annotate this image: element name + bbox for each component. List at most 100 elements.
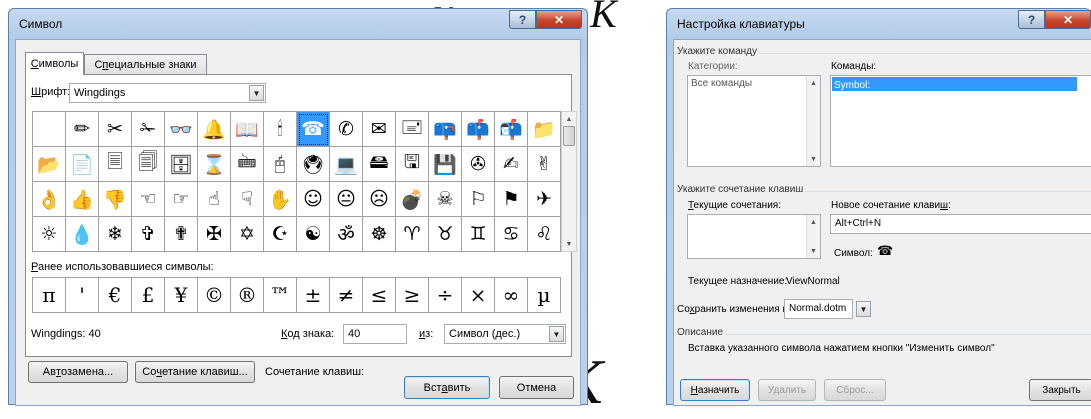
close-dialog-button[interactable]: Закрыть <box>1029 379 1091 401</box>
symbol-cell[interactable] <box>33 112 66 147</box>
symbol-cell[interactable]: 🖃 <box>396 112 429 147</box>
shortcut-key-button[interactable]: Со ч етание клавиш... <box>135 361 255 383</box>
symbol-cell[interactable]: 📄 <box>66 147 99 182</box>
symbol-cell[interactable]: ☞ <box>165 182 198 217</box>
close-button[interactable]: ✕ <box>536 10 582 29</box>
help-button[interactable]: ? <box>1018 10 1045 29</box>
symbol-cell[interactable]: 👍 <box>66 182 99 217</box>
char-code-input[interactable]: 40 <box>343 324 407 344</box>
list-item-selected[interactable]: Symbol: <box>832 77 1077 91</box>
recent-symbol-cell[interactable]: ± <box>297 278 330 313</box>
symbol-cell[interactable]: ☟ <box>231 182 264 217</box>
symbol-cell[interactable]: 🖮 <box>231 147 264 182</box>
categories-scrollbar[interactable]: ▲ ▼ <box>806 76 820 166</box>
symbol-cell[interactable]: 📖 <box>231 112 264 147</box>
symbol-cell[interactable]: ☜ <box>132 182 165 217</box>
reset-button[interactable]: Сброс... <box>824 379 886 401</box>
symbol-cell[interactable]: 💾 <box>429 147 462 182</box>
symbol-cell[interactable]: 🖰 <box>264 147 297 182</box>
symbol-cell[interactable]: ॐ <box>330 217 363 252</box>
symbol-cell[interactable]: ✞ <box>132 217 165 252</box>
symbol-cell[interactable]: ☎ <box>297 112 330 147</box>
recent-symbol-cell[interactable]: ∞ <box>495 278 528 313</box>
symbol-cell[interactable]: 📁 <box>528 112 561 147</box>
symbol-cell[interactable]: ✇ <box>462 147 495 182</box>
symbol-cell[interactable]: 🖫 <box>396 147 429 182</box>
recent-symbol-cell[interactable]: ¥ <box>165 278 198 313</box>
symbol-cell[interactable]: ☝ <box>198 182 231 217</box>
commands-list[interactable]: Symbol: <box>830 75 1091 167</box>
symbol-cell[interactable]: 😐 <box>330 182 363 217</box>
insert-button[interactable]: Вст а вить <box>404 376 490 399</box>
symbol-cell[interactable]: ✋ <box>264 182 297 217</box>
tab-symbols[interactable]: Символы <box>25 52 84 75</box>
recent-symbols-row[interactable]: π ' € £ ¥ © ® ™ ± ≠ ≤ ≥ ÷ × ∞ µ <box>32 277 561 313</box>
recent-symbol-cell[interactable]: ' <box>66 278 99 313</box>
scroll-down-icon[interactable]: ▼ <box>562 237 576 251</box>
recent-symbol-cell[interactable]: µ <box>528 278 561 313</box>
symbol-cell[interactable]: ⚐ <box>462 182 495 217</box>
symbol-cell[interactable]: ✠ <box>198 217 231 252</box>
font-select[interactable]: Wingdings ▼ <box>69 83 266 103</box>
encoding-select[interactable]: Символ (дес.) ▼ <box>444 324 566 344</box>
chevron-down-icon[interactable]: ▼ <box>549 326 564 342</box>
symbol-cell[interactable]: ☠ <box>429 182 462 217</box>
symbol-cell[interactable]: 🗐 <box>132 147 165 182</box>
current-keys-scrollbar[interactable]: ▲ ▼ <box>806 215 820 258</box>
recent-symbol-cell[interactable]: × <box>462 278 495 313</box>
symbol-cell[interactable]: ☹ <box>363 182 396 217</box>
symbol-cell[interactable]: 💣 <box>396 182 429 217</box>
symbol-cell[interactable]: ✈ <box>528 182 561 217</box>
recent-symbol-cell[interactable]: ≥ <box>396 278 429 313</box>
symbol-cell[interactable]: ☪ <box>264 217 297 252</box>
symbol-cell[interactable]: 🗄 <box>165 147 198 182</box>
symbol-cell[interactable]: ☼ <box>33 217 66 252</box>
recent-symbol-cell[interactable]: € <box>99 278 132 313</box>
chevron-down-icon[interactable]: ▼ <box>856 301 871 317</box>
scrollbar-thumb[interactable] <box>563 126 575 146</box>
symbol-cell[interactable]: ✡ <box>231 217 264 252</box>
symbol-cell[interactable]: 🕯 <box>264 112 297 147</box>
symbol-cell[interactable]: 🖲 <box>297 147 330 182</box>
recent-symbol-cell[interactable]: π <box>33 278 66 313</box>
symbol-cell[interactable]: 💧 <box>66 217 99 252</box>
recent-symbol-cell[interactable]: ™ <box>264 278 297 313</box>
scroll-down-icon[interactable]: ▼ <box>807 152 820 166</box>
symbol-cell[interactable]: 💻 <box>330 147 363 182</box>
symbol-cell[interactable]: ☸ <box>363 217 396 252</box>
list-item[interactable]: Все команды <box>691 78 752 89</box>
symbol-cell[interactable]: 👓 <box>165 112 198 147</box>
tab-special-chars[interactable]: Сп ециальные знаки <box>84 54 207 75</box>
categories-list[interactable]: Все команды ▲ ▼ <box>687 75 821 167</box>
symbol-cell[interactable]: ✉ <box>363 112 396 147</box>
current-keys-list[interactable]: ▲ ▼ <box>687 214 821 259</box>
close-button[interactable]: ✕ <box>1045 10 1091 29</box>
symbol-cell[interactable]: ❄ <box>99 217 132 252</box>
symbol-cell[interactable]: 📫 <box>462 112 495 147</box>
symbol-cell[interactable]: 🗏 <box>99 147 132 182</box>
new-shortcut-input[interactable]: Alt+Ctrl+N <box>830 214 1091 234</box>
scroll-up-icon[interactable]: ▲ <box>807 215 820 229</box>
help-button[interactable]: ? <box>509 10 536 29</box>
symbol-cell[interactable]: 👌 <box>33 182 66 217</box>
scroll-down-icon[interactable]: ▼ <box>807 244 820 258</box>
symbol-cell[interactable]: ♌ <box>528 217 561 252</box>
symbol-cell[interactable]: ✆ <box>330 112 363 147</box>
delete-button[interactable]: Удалить <box>758 379 816 401</box>
recent-symbol-cell[interactable]: ÷ <box>429 278 462 313</box>
symbol-cell[interactable]: ♉ <box>429 217 462 252</box>
symbol-cell[interactable]: ✂ <box>99 112 132 147</box>
recent-symbol-cell[interactable]: ≠ <box>330 278 363 313</box>
symbol-cell[interactable]: 🔔 <box>198 112 231 147</box>
symbol-cell[interactable]: ⌛ <box>198 147 231 182</box>
symbol-cell[interactable]: ✁ <box>132 112 165 147</box>
symbol-cell[interactable]: ✍ <box>495 147 528 182</box>
symbol-grid[interactable]: ✏ ✂ ✁ 👓 🔔 📖 🕯 ☎ ✆ ✉ 🖃 📪 📫 📬 📁 📂 📄 🗏 🗐 🗄 ⌛ 🖮 🖰 🖲 💻 🖴 🖫 💾 ✇ ✍ ✌ 👌 👍 👎 ☜ ☞ ☝ ☟ ✋ ☺… <box>32 111 561 252</box>
cancel-button[interactable]: Отмена <box>499 376 574 399</box>
symbol-cell[interactable]: ☯ <box>297 217 330 252</box>
symbol-cell[interactable]: ⚑ <box>495 182 528 217</box>
scroll-up-icon[interactable]: ▲ <box>562 112 576 126</box>
symbol-cell[interactable]: ✏ <box>66 112 99 147</box>
symbol-cell[interactable]: 🖴 <box>363 147 396 182</box>
recent-symbol-cell[interactable]: ® <box>231 278 264 313</box>
